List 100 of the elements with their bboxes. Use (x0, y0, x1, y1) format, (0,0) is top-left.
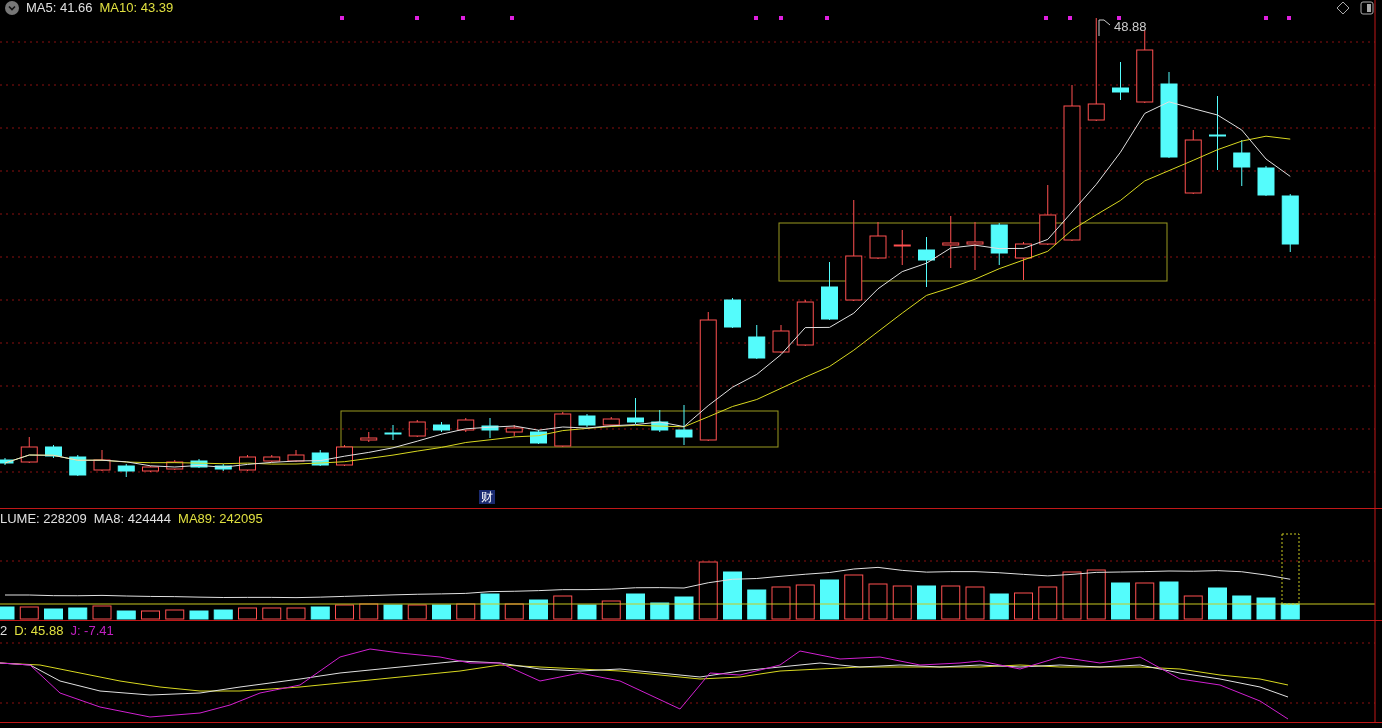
candlestick (966, 221, 984, 271)
volume-bar (335, 604, 354, 620)
candlestick (772, 324, 790, 354)
candlestick (942, 215, 960, 269)
volume-bar (432, 604, 451, 620)
candlestick (408, 419, 426, 438)
volume-bar (407, 604, 427, 620)
volume-bar (941, 585, 961, 620)
candlestick (1039, 184, 1057, 246)
indicator-value: LUME: 228209 (0, 511, 87, 526)
volume-bar (1086, 569, 1106, 620)
candlestick (1184, 129, 1202, 195)
volume-bar (965, 586, 985, 620)
volume-bar (747, 589, 767, 620)
volume-bar (820, 579, 839, 620)
collapse-icon[interactable] (5, 0, 19, 15)
volume-bar (844, 574, 864, 620)
volume-bar (262, 607, 282, 620)
volume-bar (1062, 571, 1082, 620)
indicator-value: D: 45.88 (14, 623, 64, 638)
candlestick (117, 463, 135, 478)
indicator-value: MA5: 41.66 (26, 0, 93, 15)
candlestick (457, 417, 475, 433)
event-marker[interactable]: 财 (479, 490, 495, 504)
candlestick (214, 463, 232, 472)
candlestick (869, 221, 887, 260)
candlestick (20, 436, 38, 464)
volume-bar (577, 604, 597, 620)
volume-bar (1135, 582, 1155, 620)
volume-bar (44, 608, 63, 620)
volume-bar (19, 606, 39, 620)
volume-bar (141, 610, 160, 620)
volume-bar (1014, 592, 1033, 620)
candlestick (0, 457, 14, 466)
candlestick (45, 444, 62, 459)
dotted-frame (1281, 533, 1300, 605)
indicator-value: J: -7.41 (70, 623, 114, 638)
volume-bar (868, 583, 888, 620)
candlestick (1257, 165, 1275, 197)
volume-bar (674, 596, 694, 620)
volume-bar (383, 604, 403, 620)
panel-toggle-icon[interactable] (1360, 1, 1374, 15)
candlestick (360, 431, 378, 443)
volume-bar (189, 610, 209, 620)
volume-bar (529, 599, 548, 620)
candlestick (93, 449, 111, 472)
volume-bar (1159, 581, 1179, 620)
candlestick (990, 222, 1008, 266)
peak-price-label: 48.88 (1114, 19, 1147, 34)
indicator-value: MA10: 43.39 (99, 0, 174, 15)
indicator-value: 2 (0, 623, 8, 638)
leader-line (1098, 19, 1111, 37)
candlestick (796, 299, 814, 347)
candlestick (505, 424, 523, 437)
candlestick (190, 458, 208, 469)
volume-bar (601, 600, 621, 620)
candlestick (627, 397, 644, 425)
candlestick (918, 236, 935, 288)
candlestick (602, 416, 620, 428)
volume-bar (1183, 595, 1203, 620)
candlestick (651, 409, 669, 433)
volume-bar (286, 607, 306, 620)
candlestick (578, 413, 596, 428)
candlestick (287, 449, 305, 463)
candlestick (1112, 61, 1129, 101)
volume-bar (1208, 587, 1227, 620)
candlestick (1233, 139, 1251, 187)
candlestick (481, 417, 499, 439)
candlestick (554, 411, 572, 448)
indicator-value: MA89: 242095 (178, 511, 263, 526)
candlestick (1281, 193, 1299, 253)
volume-bar (68, 607, 88, 620)
candlestick (166, 459, 184, 471)
candlestick (433, 421, 450, 433)
volume-bar (92, 605, 112, 620)
volume-bar (238, 607, 257, 620)
indicator-value: MA8: 424444 (93, 511, 172, 526)
volume-bar (989, 593, 1009, 620)
candlestick (69, 454, 87, 477)
volume-bar (0, 606, 15, 620)
volume-bar (116, 610, 136, 620)
candlestick (748, 324, 766, 360)
candlestick (675, 404, 693, 446)
diamond-icon[interactable] (1336, 1, 1350, 15)
candlestick (821, 261, 838, 321)
volume-bar (771, 586, 791, 620)
candlestick (263, 454, 281, 463)
candlestick (1015, 241, 1032, 281)
candlestick (724, 297, 741, 329)
volume-bar (723, 571, 742, 620)
volume-bar (1111, 582, 1130, 620)
candlestick (893, 229, 911, 266)
volume-bar (480, 593, 500, 620)
volume-bar (1038, 586, 1058, 620)
candlestick (530, 429, 547, 445)
volume-bar (1232, 595, 1252, 620)
volume-bar (165, 609, 185, 620)
volume-bar (310, 606, 330, 620)
candlestick (384, 424, 402, 441)
candlestick (142, 465, 159, 473)
